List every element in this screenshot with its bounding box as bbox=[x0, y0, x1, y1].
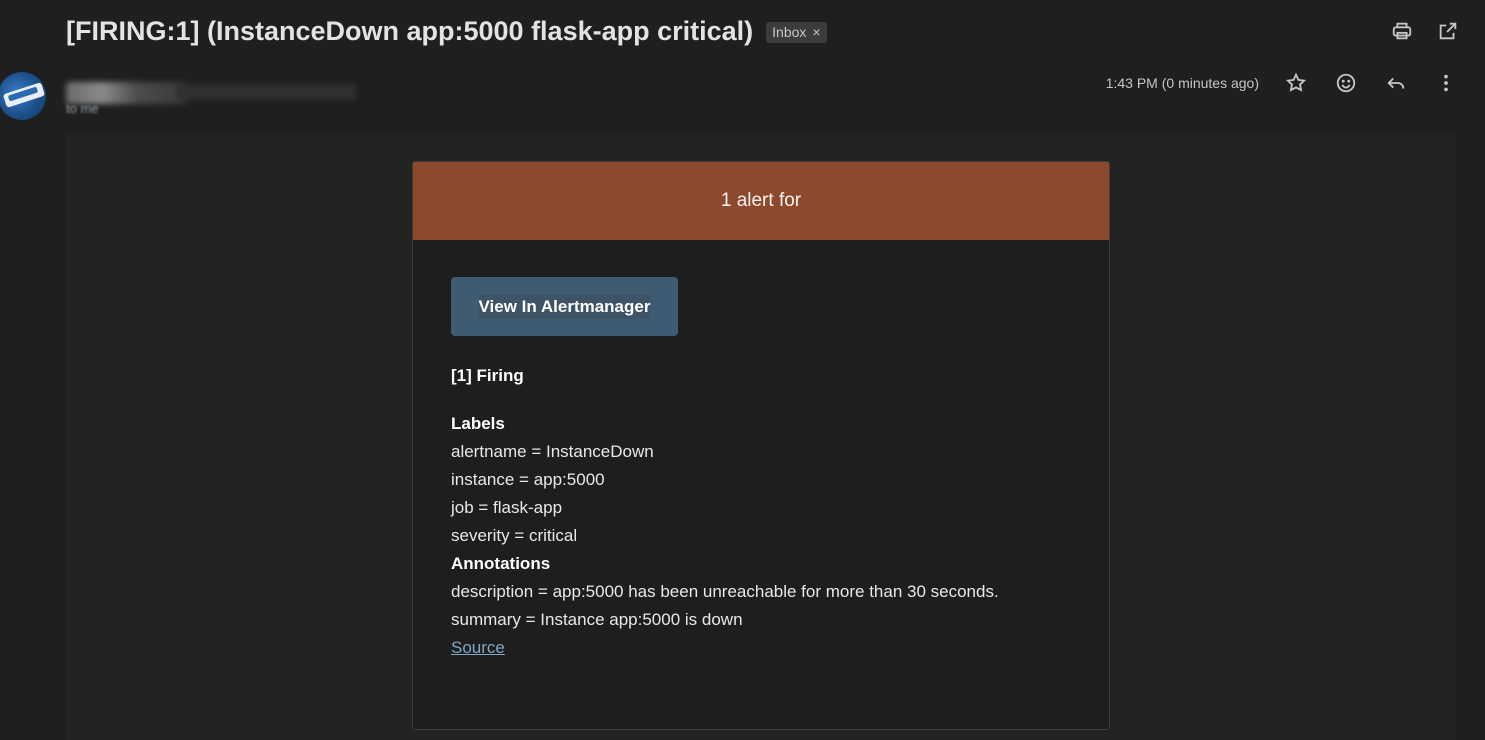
emoji-icon[interactable] bbox=[1333, 70, 1359, 96]
label-item: job = flask-app bbox=[451, 498, 563, 517]
print-icon[interactable] bbox=[1389, 18, 1415, 44]
inbox-label-chip[interactable]: Inbox × bbox=[766, 21, 827, 43]
labels-section: Labels alertname = InstanceDown instance… bbox=[451, 410, 1071, 662]
more-vert-icon[interactable] bbox=[1433, 70, 1459, 96]
annotations-title: Annotations bbox=[451, 554, 551, 573]
remove-label-icon[interactable]: × bbox=[812, 24, 820, 40]
alert-content: View In Alertmanager [1] Firing Labels a… bbox=[413, 240, 1109, 662]
star-icon[interactable] bbox=[1283, 70, 1309, 96]
label-item: severity = critical bbox=[451, 526, 578, 545]
open-in-new-window-icon[interactable] bbox=[1435, 18, 1461, 44]
source-link[interactable]: Source bbox=[451, 638, 505, 657]
reply-icon[interactable] bbox=[1383, 70, 1409, 96]
label-item: instance = app:5000 bbox=[451, 470, 605, 489]
label-item: alertname = InstanceDown bbox=[451, 442, 654, 461]
email-subject: [FIRING:1] (InstanceDown app:5000 flask-… bbox=[66, 15, 754, 46]
recipient-line[interactable]: to me bbox=[66, 101, 99, 116]
message-body: 1 alert for View In Alertmanager [1] Fir… bbox=[66, 132, 1456, 740]
alert-header: 1 alert for bbox=[413, 162, 1109, 240]
firing-count: [1] Firing bbox=[451, 366, 524, 385]
annotation-item: description = app:5000 has been unreacha… bbox=[451, 582, 999, 601]
label-chip-text: Inbox bbox=[772, 23, 807, 40]
message-timestamp: 1:43 PM (0 minutes ago) bbox=[1105, 75, 1259, 91]
annotation-item: summary = Instance app:5000 is down bbox=[451, 610, 743, 629]
email-view: [FIRING:1] (InstanceDown app:5000 flask-… bbox=[0, 0, 1485, 740]
sender-name-redacted bbox=[66, 82, 356, 118]
view-in-alertmanager-button[interactable]: View In Alertmanager bbox=[451, 277, 678, 336]
subject-row: [FIRING:1] (InstanceDown app:5000 flask-… bbox=[66, 12, 1465, 50]
message-meta: 1:43 PM (0 minutes ago) bbox=[1106, 70, 1459, 96]
labels-title: Labels bbox=[451, 414, 505, 433]
view-button-label: View In Alertmanager bbox=[478, 294, 651, 319]
sender-avatar[interactable] bbox=[0, 72, 46, 120]
top-actions bbox=[1389, 18, 1461, 44]
alert-card: 1 alert for View In Alertmanager [1] Fir… bbox=[412, 161, 1110, 730]
